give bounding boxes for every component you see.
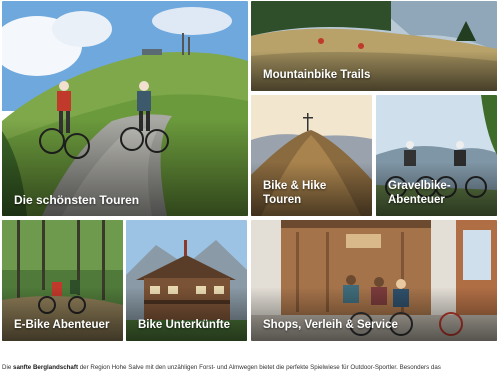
- tile-label-gravel: Gravelbike-Abenteuer: [388, 180, 451, 206]
- tile-gravelbike-abenteuer[interactable]: Gravelbike-Abenteuer: [376, 95, 497, 216]
- tile-shops-verleih-service[interactable]: Shops, Verleih & Service: [251, 220, 497, 341]
- tile-die-schoensten-touren[interactable]: Die schönsten Touren: [2, 1, 248, 216]
- tile-bike-hike-touren[interactable]: Bike & Hike Touren: [251, 95, 372, 216]
- tile-shade: [251, 286, 497, 341]
- intro-paragraph: Die sanfte Berglandschaft der Region Hoh…: [2, 364, 498, 371]
- intro-rest: der Region Hohe Salve mit den unzähligen…: [78, 364, 441, 371]
- tile-label-ebike: E-Bike Abenteuer: [14, 319, 110, 331]
- tile-e-bike-abenteuer[interactable]: E-Bike Abenteuer: [2, 220, 123, 341]
- intro-prefix: Die: [2, 364, 14, 371]
- tile-label-hike: Bike & Hike Touren: [263, 180, 327, 206]
- tile-shade: [126, 286, 247, 341]
- intro-highlight: sanfte Berglandschaft: [13, 364, 78, 371]
- tile-label-mtb: Mountainbike Trails: [263, 69, 371, 81]
- tile-shade: [2, 286, 123, 341]
- tile-label-shops: Shops, Verleih & Service: [263, 319, 398, 331]
- tile-mountainbike-trails[interactable]: Mountainbike Trails: [251, 1, 497, 91]
- tile-label-unterkunft: Bike Unterkünfte: [138, 319, 231, 331]
- tile-bike-unterkuenfte[interactable]: Bike Unterkünfte: [126, 220, 247, 341]
- tile-label-touren: Die schönsten Touren: [14, 193, 140, 207]
